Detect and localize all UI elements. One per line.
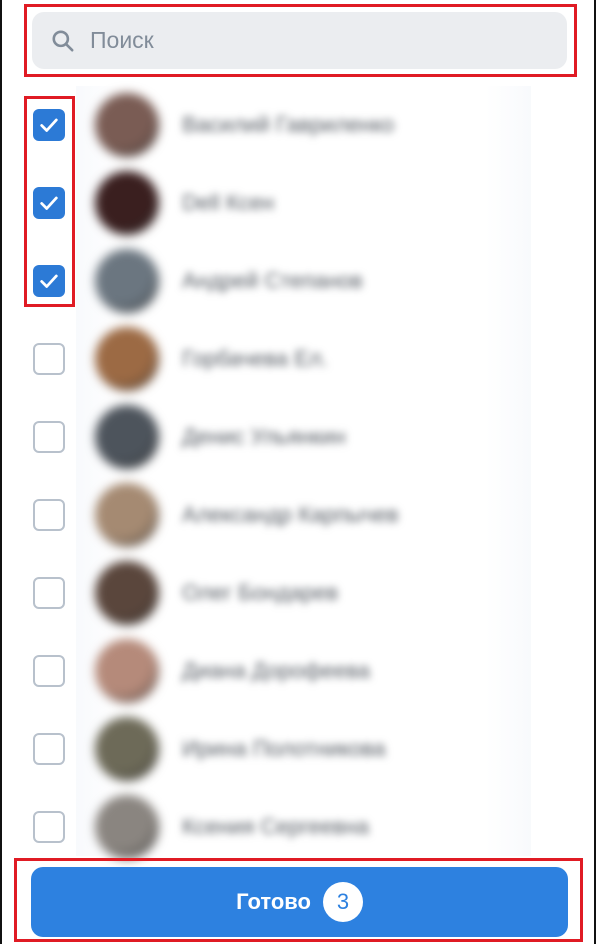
avatar: [95, 93, 159, 157]
checkbox-unchecked[interactable]: [33, 421, 65, 453]
checkbox-unchecked[interactable]: [33, 577, 65, 609]
avatar: [95, 795, 159, 859]
contact-picker-screen: Василий Гавриленко Dell Ксен Андрей Степан…: [0, 0, 596, 944]
contact-name: Ирина Полотникова: [182, 736, 386, 761]
avatar: [95, 405, 159, 469]
checkbox-unchecked[interactable]: [33, 655, 65, 687]
contact-row[interactable]: Александр Карпычев: [2, 476, 594, 554]
contact-row[interactable]: Ксения Сергеевна: [2, 788, 594, 866]
avatar: [95, 639, 159, 703]
contact-name: Андрей Степанов: [182, 268, 363, 293]
contact-row[interactable]: Dell Ксен: [2, 164, 594, 242]
contact-name: Олег Бондарев: [182, 580, 339, 605]
contact-name: Горбачева Ел.: [182, 346, 328, 371]
avatar: [95, 249, 159, 313]
contact-row[interactable]: Олег Бондарев: [2, 554, 594, 632]
avatar: [95, 171, 159, 235]
contact-name: Денис Ульянкин: [182, 424, 346, 449]
checkbox-unchecked[interactable]: [33, 343, 65, 375]
contact-row[interactable]: Горбачева Ел.: [2, 320, 594, 398]
search-highlight-frame: [24, 4, 577, 77]
checkbox-unchecked[interactable]: [33, 499, 65, 531]
contact-row[interactable]: Ирина Полотникова: [2, 710, 594, 788]
contact-name: Василий Гавриленко: [182, 112, 395, 137]
contact-row[interactable]: Василий Гавриленко: [2, 86, 594, 164]
contact-row[interactable]: Денис Ульянкин: [2, 398, 594, 476]
contact-name: Диана Дорофеева: [182, 658, 371, 683]
contact-name: Dell Ксен: [182, 190, 275, 215]
contact-row[interactable]: Диана Дорофеева: [2, 632, 594, 710]
contact-row[interactable]: Андрей Степанов: [2, 242, 594, 320]
contact-name: Ксения Сергеевна: [182, 814, 369, 839]
avatar: [95, 717, 159, 781]
checkbox-unchecked[interactable]: [33, 811, 65, 843]
selected-checkboxes-highlight-frame: [24, 96, 75, 307]
avatar: [95, 561, 159, 625]
contact-list: Василий Гавриленко Dell Ксен Андрей Степан…: [2, 86, 594, 859]
checkbox-unchecked[interactable]: [33, 733, 65, 765]
avatar: [95, 483, 159, 547]
done-button-highlight-frame: [14, 858, 583, 942]
contact-name: Александр Карпычев: [182, 502, 399, 527]
avatar: [95, 327, 159, 391]
